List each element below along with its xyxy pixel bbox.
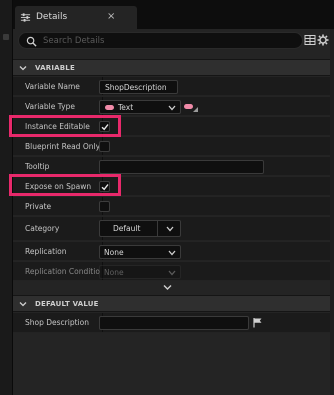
row-label: Blueprint Read Only <box>25 142 100 151</box>
localization-flag-icon[interactable] <box>252 317 263 328</box>
replication-condition-value: None <box>104 268 124 277</box>
expose-on-spawn-checkbox[interactable] <box>99 181 110 192</box>
search-input[interactable]: Search Details <box>18 32 303 49</box>
variable-type-value: Text <box>118 103 134 112</box>
category-dropdown[interactable]: Default <box>99 220 181 237</box>
row-replication: Replication None <box>13 242 334 261</box>
check-icon <box>101 124 109 131</box>
tooltip-field[interactable] <box>99 160 264 174</box>
tab-title: Details <box>36 12 68 22</box>
row-label: Variable Type <box>25 102 75 111</box>
row-private: Private <box>13 197 334 216</box>
details-panel: Search Details VARIABLE Variable Name Sh… <box>13 29 334 395</box>
row-label: Replication <box>25 247 67 256</box>
gear-icon[interactable] <box>317 34 329 46</box>
private-checkbox[interactable] <box>99 201 110 212</box>
section-title: VARIABLE <box>35 64 75 72</box>
row-variable-type: Variable Type Text <box>13 97 334 116</box>
chevron-down-icon <box>163 285 172 290</box>
scrollbar[interactable] <box>330 29 334 395</box>
section-default-value[interactable]: DEFAULT VALUE <box>13 295 334 312</box>
instance-editable-checkbox[interactable] <box>99 121 110 132</box>
row-blueprint-read-only: Blueprint Read Only <box>13 137 334 156</box>
variable-name-field[interactable]: ShopDescription <box>99 80 178 94</box>
check-icon <box>101 184 109 191</box>
row-expose-on-spawn: Expose on Spawn <box>13 177 334 196</box>
row-category: Category Default <box>13 217 334 241</box>
replication-condition-dropdown: None <box>99 265 181 279</box>
blueprint-read-only-checkbox[interactable] <box>99 141 110 152</box>
search-placeholder: Search Details <box>43 36 105 46</box>
container-type-dropdown[interactable] <box>183 100 199 114</box>
chevron-down-icon <box>19 66 27 71</box>
row-shop-description: Shop Description <box>13 313 334 333</box>
row-label: Private <box>25 202 52 211</box>
shop-description-field[interactable] <box>99 316 249 330</box>
details-sliders-icon <box>20 13 31 22</box>
tab-bar: Details × <box>13 0 334 29</box>
section-variable[interactable]: VARIABLE <box>13 59 334 76</box>
row-label: Category <box>25 224 60 233</box>
chevron-down-icon <box>168 250 176 256</box>
search-icon <box>26 36 37 47</box>
container-type-pill <box>184 104 193 109</box>
row-instance-editable: Instance Editable <box>13 117 334 136</box>
advanced-expander[interactable] <box>13 282 334 294</box>
chevron-down-icon <box>168 105 176 111</box>
tab-details[interactable]: Details × <box>15 6 137 29</box>
category-value: Default <box>113 224 141 233</box>
row-label: Tooltip <box>25 162 50 171</box>
row-label: Variable Name <box>25 82 80 91</box>
row-variable-name: Variable Name ShopDescription <box>13 77 334 96</box>
chevron-down-icon <box>19 302 27 307</box>
row-label: Instance Editable <box>25 122 90 131</box>
row-replication-condition: Replication Conditio None <box>13 262 334 281</box>
corner-arrow-icon <box>193 107 198 112</box>
property-matrix-icon[interactable] <box>304 34 316 46</box>
row-label: Replication Conditio <box>25 267 100 276</box>
chevron-down-icon <box>168 270 176 276</box>
variable-type-dropdown[interactable]: Text <box>99 100 181 114</box>
row-tooltip: Tooltip <box>13 157 334 176</box>
row-label: Shop Description <box>25 318 89 327</box>
type-color-pill <box>105 105 114 110</box>
replication-dropdown[interactable]: None <box>99 245 181 259</box>
left-strip-marker <box>3 34 9 40</box>
section-title: DEFAULT VALUE <box>35 300 99 308</box>
replication-value: None <box>104 248 124 257</box>
category-combo-text[interactable]: Default <box>100 221 158 236</box>
left-panel-strip <box>0 0 13 395</box>
row-label: Expose on Spawn <box>25 182 92 191</box>
chevron-down-icon <box>166 226 174 232</box>
close-icon[interactable]: × <box>107 11 115 22</box>
